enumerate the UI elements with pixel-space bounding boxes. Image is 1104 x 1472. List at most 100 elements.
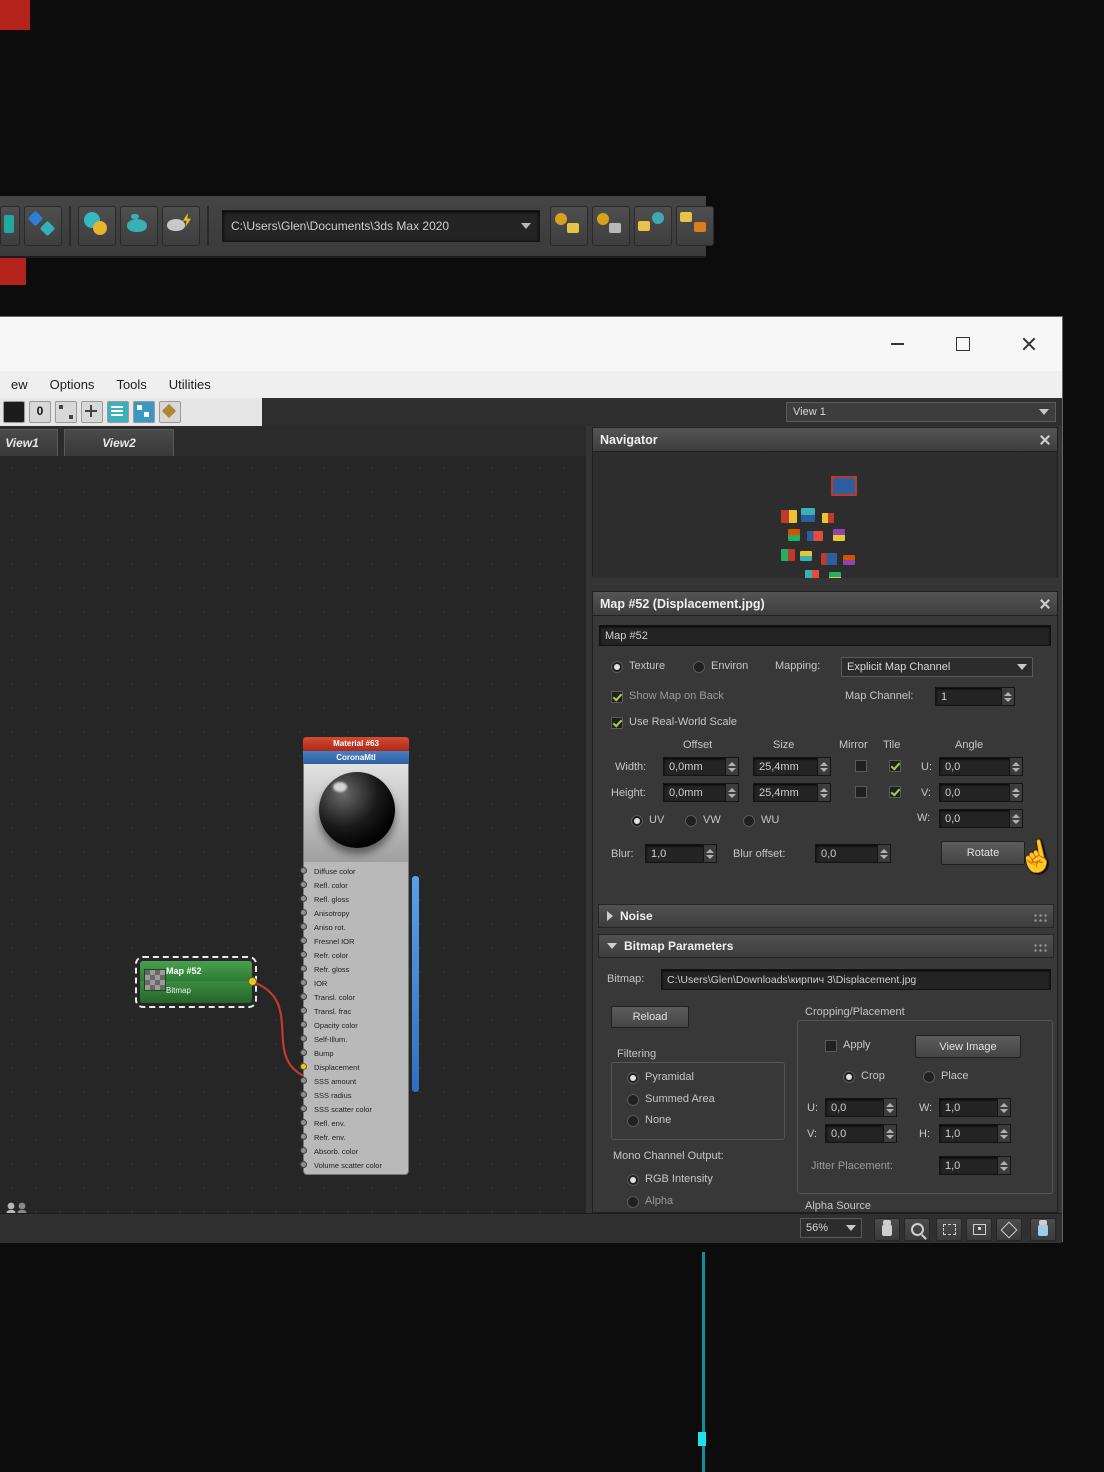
zoom-extents-button[interactable] [966, 1218, 992, 1241]
blur-offset-field[interactable]: 0,0 [815, 844, 891, 863]
socket-icon[interactable] [300, 1133, 307, 1140]
socket-icon[interactable] [300, 1119, 307, 1126]
slot-refl-env[interactable]: Refl. env. [300, 1116, 408, 1130]
socket-icon[interactable] [300, 1147, 307, 1154]
menu-view[interactable]: ew [0, 371, 39, 398]
material-list-icon[interactable] [107, 401, 129, 423]
map-panel-close-icon[interactable] [1040, 599, 1050, 609]
reload-button[interactable]: Reload [611, 1006, 689, 1028]
slot-fresnel-ior[interactable]: Fresnel IOR [300, 934, 408, 948]
black-swatch-icon[interactable] [3, 401, 25, 423]
rollout-grip-icon[interactable] [1033, 943, 1047, 952]
pick-material-icon[interactable] [159, 401, 181, 423]
slot-absorb-color[interactable]: Absorb. color [300, 1144, 408, 1158]
noise-rollout[interactable]: Noise [598, 904, 1054, 928]
socket-icon[interactable] [300, 1105, 307, 1112]
render-setup-icon[interactable] [78, 206, 116, 246]
spinner[interactable] [1009, 758, 1022, 775]
gears-link-icon-1[interactable] [550, 206, 588, 246]
menu-tools[interactable]: Tools [105, 371, 157, 398]
spinner[interactable] [703, 845, 716, 862]
menu-utilities[interactable]: Utilities [158, 371, 222, 398]
spinner[interactable] [817, 784, 830, 801]
zoom-extents-selected-button[interactable] [996, 1218, 1022, 1241]
preview-grid-icon[interactable] [133, 401, 155, 423]
use-real-world-scale-checkbox[interactable] [611, 717, 623, 729]
rollout-grip-icon[interactable] [1033, 913, 1047, 922]
socket-icon[interactable] [300, 1049, 307, 1056]
bitmap-map-node[interactable]: Map #52 Bitmap [135, 956, 257, 1008]
slot-refr-gloss[interactable]: Refr. gloss [300, 962, 408, 976]
window-titlebar[interactable] [0, 317, 1062, 371]
environ-radio[interactable] [693, 661, 705, 673]
bitmap-path-field[interactable]: C:\Users\Glen\Downloads\кирпич 3\Displac… [661, 969, 1051, 990]
alpha-radio[interactable] [627, 1196, 639, 1208]
height-size-field[interactable]: 25,4mm [753, 783, 831, 802]
spinner[interactable] [725, 758, 738, 775]
socket-icon[interactable] [300, 1035, 307, 1042]
spinner[interactable] [997, 1125, 1010, 1142]
socket-connected-icon[interactable] [300, 1063, 307, 1070]
crop-w-field[interactable]: 1,0 [939, 1098, 1011, 1117]
spinner[interactable] [883, 1099, 896, 1116]
wu-radio[interactable] [743, 815, 755, 827]
navigator-header[interactable]: Navigator [593, 428, 1057, 452]
bitmap-parameters-rollout[interactable]: Bitmap Parameters [598, 934, 1054, 958]
socket-icon[interactable] [300, 1021, 307, 1028]
navigator-node-thumb[interactable] [829, 572, 841, 578]
navigator-node-thumb[interactable] [843, 555, 855, 565]
material-node-title[interactable]: Material #63 [303, 737, 409, 751]
view-image-button[interactable]: View Image [915, 1035, 1021, 1058]
gears-link-icon-4[interactable] [676, 206, 714, 246]
slot-volume-scatter-color[interactable]: Volume scatter color [300, 1158, 408, 1172]
mirror-v-checkbox[interactable] [855, 786, 867, 798]
width-offset-field[interactable]: 0,0mm [663, 757, 739, 776]
socket-icon[interactable] [300, 895, 307, 902]
pyramidal-radio[interactable] [627, 1072, 639, 1084]
map-channel-field[interactable]: 1 [935, 687, 1015, 706]
jitter-placement-field[interactable]: 1,0 [939, 1156, 1011, 1175]
texture-radio[interactable] [611, 661, 623, 673]
zero-badge-icon[interactable]: 0 [29, 401, 51, 423]
socket-icon[interactable] [300, 1007, 307, 1014]
navigator-node-thumb[interactable] [821, 553, 837, 565]
slot-transl-frac[interactable]: Transl. frac [300, 1004, 408, 1018]
socket-icon[interactable] [300, 979, 307, 986]
spinner[interactable] [877, 845, 890, 862]
tab-view2[interactable]: View2 [64, 429, 174, 456]
maximize-button[interactable] [938, 327, 988, 361]
w-angle-field[interactable]: 0,0 [939, 809, 1023, 828]
place-radio[interactable] [923, 1071, 935, 1083]
spinner[interactable] [725, 784, 738, 801]
slot-refl-gloss[interactable]: Refl. gloss [300, 892, 408, 906]
navigator-node-thumb[interactable] [833, 529, 845, 541]
close-button[interactable] [1004, 327, 1054, 361]
apply-checkbox[interactable] [825, 1040, 837, 1052]
snap-toggle-icon[interactable] [0, 206, 20, 246]
arrange-children-icon[interactable] [81, 401, 103, 423]
map-panel-header[interactable]: Map #52 (Displacement.jpg) [593, 592, 1057, 616]
navigator-node-thumb[interactable] [788, 529, 800, 541]
navigator-node-thumb[interactable] [800, 551, 812, 561]
spinner[interactable] [997, 1157, 1010, 1174]
navigator-view[interactable] [593, 452, 1057, 578]
none-filter-radio[interactable] [627, 1115, 639, 1127]
mirror-u-checkbox[interactable] [855, 760, 867, 772]
navigator-node-thumb[interactable] [781, 510, 797, 523]
view-selector-combo[interactable]: View 1 [786, 402, 1056, 422]
slot-displacement[interactable]: Displacement [300, 1060, 408, 1074]
crop-u-field[interactable]: 0,0 [825, 1098, 897, 1117]
minimize-button[interactable] [872, 327, 922, 361]
spinner[interactable] [1009, 784, 1022, 801]
node-scrollbar[interactable] [412, 876, 419, 1092]
spinner[interactable] [817, 758, 830, 775]
height-offset-field[interactable]: 0,0mm [663, 783, 739, 802]
slot-sss-amount[interactable]: SSS amount [300, 1074, 408, 1088]
tile-v-checkbox[interactable] [889, 786, 901, 798]
people-icon[interactable] [4, 1201, 30, 1213]
zoom-combo[interactable]: 56% [800, 1218, 862, 1238]
tab-view1[interactable]: View1 [0, 429, 58, 456]
navigator-node-thumb[interactable] [801, 508, 815, 522]
slot-aniso-rot[interactable]: Aniso rot. [300, 920, 408, 934]
tile-u-checkbox[interactable] [889, 760, 901, 772]
